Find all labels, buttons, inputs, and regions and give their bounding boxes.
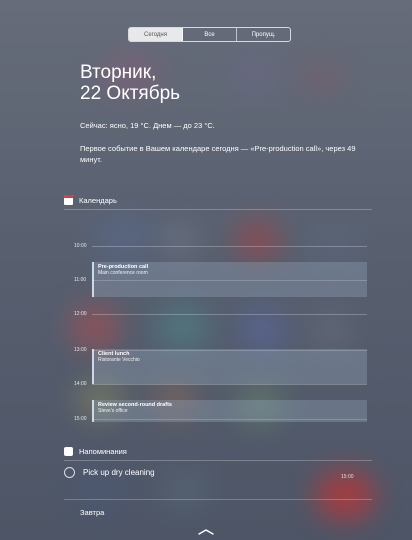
reminder-checkbox[interactable] <box>64 467 75 478</box>
hour-line <box>92 246 367 247</box>
calendar-icon <box>64 195 73 205</box>
today-date: Вторник, 22 Октябрь <box>80 62 180 104</box>
notification-tabs: Сегодня Все Пропущ. <box>128 27 291 42</box>
hour-label: 13:00 <box>74 347 87 353</box>
weather-summary: Сейчас: ясно, 19 °C. Днем — до 23 °C. <box>80 121 215 130</box>
reminders-section-header[interactable]: Напоминания <box>64 447 127 456</box>
event-location: Ristorante Vecchio <box>98 357 140 363</box>
reminder-time: 15:00 <box>341 474 354 480</box>
hour-line <box>92 314 367 315</box>
calendar-section-title: Календарь <box>79 195 117 205</box>
weekday-label: Вторник, <box>80 62 157 83</box>
event-location: Steve's office <box>98 408 128 414</box>
tomorrow-section-title: Завтра <box>80 508 105 517</box>
section-divider <box>64 460 372 461</box>
event-location: Main conference room <box>98 270 148 276</box>
calendar-timeline: 10:00 11:00 12:00 13:00 14:00 15:00 Pre-… <box>62 236 367 426</box>
calendar-section-header[interactable]: Календарь <box>64 195 117 205</box>
reminder-text: Pick up dry cleaning <box>83 468 155 477</box>
hour-line <box>92 384 367 385</box>
calendar-event[interactable]: Client lunch Ristorante Vecchio <box>92 349 367 384</box>
hour-label: 10:00 <box>74 243 87 249</box>
reminders-section-title: Напоминания <box>79 447 127 456</box>
calendar-event[interactable]: Review second-round drafts Steve's offic… <box>92 400 367 422</box>
calendar-event[interactable]: Pre-production call Main conference room <box>92 262 367 297</box>
tab-today[interactable]: Сегодня <box>129 28 183 41</box>
section-divider <box>64 209 372 210</box>
tab-missed[interactable]: Пропущ. <box>237 28 290 41</box>
section-divider <box>64 499 372 500</box>
hour-label: 14:00 <box>74 381 87 387</box>
hour-label: 15:00 <box>74 416 87 422</box>
close-handle-chevron-icon[interactable] <box>198 529 214 535</box>
hour-label: 12:00 <box>74 311 87 317</box>
hour-label: 11:00 <box>74 277 87 283</box>
reminder-item[interactable]: Pick up dry cleaning <box>64 467 155 478</box>
date-label: 22 Октябрь <box>80 83 181 104</box>
reminders-icon <box>64 447 73 456</box>
tab-all[interactable]: Все <box>183 28 237 41</box>
first-event-summary: Первое событие в Вашем календаре сегодня… <box>80 144 356 164</box>
